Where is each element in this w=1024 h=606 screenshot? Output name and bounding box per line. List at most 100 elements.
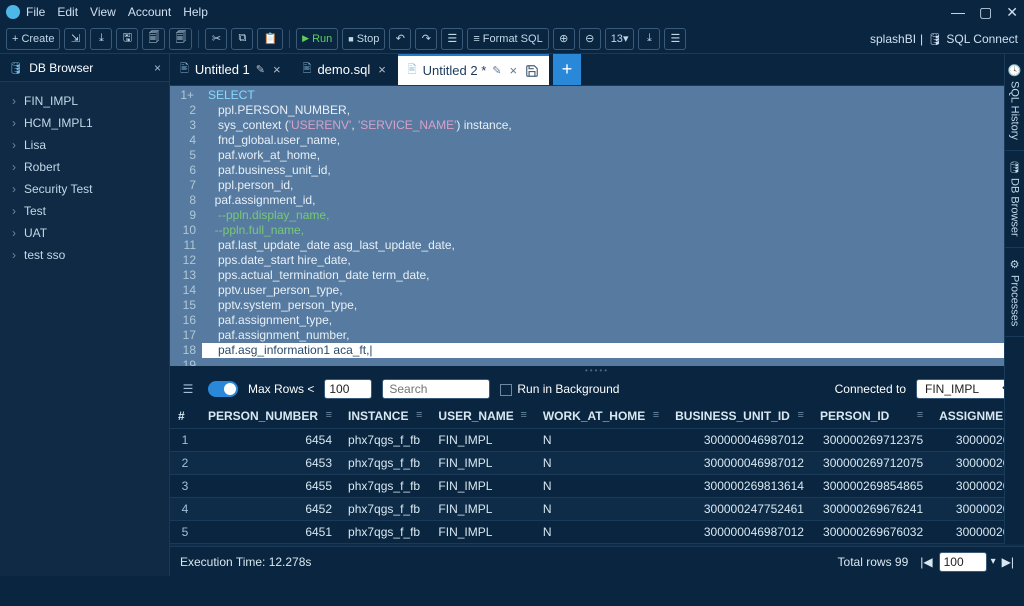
page-input[interactable] [939,552,987,572]
results-menu-icon[interactable]: ☰ [178,379,198,399]
toolbar-icon-2[interactable]: ⤓ [90,28,112,50]
column-menu-icon[interactable]: ≡ [520,409,526,421]
status-bar: Execution Time: 12.278s Total rows 99 |◀… [170,546,1024,576]
column-header[interactable]: # [170,404,200,429]
column-header[interactable]: USER_NAME≡ [430,404,534,429]
app-logo-icon [6,5,20,19]
toolbar-icon-list[interactable]: ☰ [664,28,686,50]
add-tab-button[interactable]: + [553,54,581,85]
results-table: #PERSON_NUMBER≡INSTANCE≡USER_NAME≡WORK_A… [170,404,1024,546]
database-icon: 🛢 [927,32,942,46]
toolbar-icon-settings[interactable]: ☰ [441,28,463,50]
sidebar-item[interactable]: Lisa [0,134,169,156]
close-sidebar-icon[interactable]: × [154,61,161,75]
toolbar-icon-4[interactable]: 🗐 [142,28,165,50]
table-row[interactable]: 56451phx7qgs_f_fbFIN_IMPLN30000004698701… [170,521,1024,544]
sql-editor[interactable]: 1+234567891011121314151617181920212223 S… [170,86,1024,366]
tab-demo-sql[interactable]: 🖹 demo.sql × [293,54,398,85]
sidebar-item[interactable]: HCM_IMPL1 [0,112,169,134]
sql-history-tab[interactable]: 🕓SQL History [1005,54,1024,151]
edit-tab-icon[interactable]: ✎ [256,63,265,76]
run-button[interactable]: Run [296,28,338,50]
menu-file[interactable]: File [26,5,45,19]
db-browser-tab[interactable]: 🛢DB Browser [1005,151,1024,248]
column-header[interactable]: PERSON_ID≡ [812,404,931,429]
main-toolbar: Create ⇲ ⤓ 🖫 🗐 🗐 ✂ ⧉ 📋 Run Stop ↶ ↷ ☰ ≡F… [0,24,1024,54]
results-toolbar: ☰ Max Rows < Run in Background Connected… [170,374,1024,404]
max-rows-input[interactable] [324,379,372,399]
max-rows-toggle[interactable] [208,381,238,397]
format-sql-button[interactable]: ≡Format SQL [467,28,548,50]
title-bar: File Edit View Account Help — ▢ ✕ [0,0,1024,24]
window-close-icon[interactable]: ✕ [1006,4,1018,21]
menu-view[interactable]: View [90,5,116,19]
sidebar-item[interactable]: FIN_IMPL [0,90,169,112]
column-menu-icon[interactable]: ≡ [416,409,422,421]
undo-icon[interactable]: ↶ [389,28,411,50]
zoom-in-icon[interactable]: ⊕ [553,28,575,50]
window-maximize-icon[interactable]: ▢ [979,4,992,21]
paste-icon[interactable]: 📋 [257,28,283,50]
max-rows-label: Max Rows < [248,382,314,396]
processes-tab[interactable]: ⚙Processes [1005,248,1024,337]
column-menu-icon[interactable]: ≡ [917,409,923,421]
redo-icon[interactable]: ↷ [415,28,437,50]
menu-account[interactable]: Account [128,5,171,19]
column-menu-icon[interactable]: ≡ [326,409,332,421]
zoom-out-icon[interactable]: ⊖ [579,28,601,50]
sidebar-item[interactable]: Robert [0,156,169,178]
copy-icon[interactable]: ⧉ [231,28,253,50]
database-icon: 🛢 [8,61,23,75]
table-row[interactable]: 46452phx7qgs_f_fbFIN_IMPLN30000024775246… [170,498,1024,521]
table-row[interactable]: 36455phx7qgs_f_fbFIN_IMPLN30000026981361… [170,475,1024,498]
column-menu-icon[interactable]: ≡ [653,409,659,421]
right-sidebar: 🕓SQL History 🛢DB Browser ⚙Processes [1004,54,1024,544]
connection-select[interactable]: FIN_IMPL [916,379,1016,399]
table-row[interactable]: 16454phx7qgs_f_fbFIN_IMPLN30000004698701… [170,429,1024,452]
file-icon: 🖹 [408,61,417,80]
total-rows-label: Total rows 99 [838,555,909,569]
create-button[interactable]: Create [6,28,60,50]
sql-connect-label[interactable]: SQL Connect [946,32,1018,46]
sidebar-item[interactable]: Test [0,200,169,222]
column-header[interactable]: BUSINESS_UNIT_ID≡ [667,404,812,429]
sidebar-item[interactable]: UAT [0,222,169,244]
window-minimize-icon[interactable]: — [951,4,965,21]
page-dropdown-icon[interactable]: ▾ [991,556,996,567]
run-in-background-checkbox[interactable]: Run in Background [500,382,619,396]
editor-tabs: 🖹 Untitled 1 ✎ × 🖹 demo.sql × 🖹 Untitled… [170,54,1024,86]
toolbar-icon-dl[interactable]: ⤓ [638,28,660,50]
results-search-input[interactable] [382,379,490,399]
menu-edit[interactable]: Edit [57,5,78,19]
column-header[interactable]: PERSON_NUMBER≡ [200,404,340,429]
brand-label: splashBI [870,32,916,46]
save-tab-icon[interactable] [525,64,539,78]
table-row[interactable]: 26453phx7qgs_f_fbFIN_IMPLN30000004698701… [170,452,1024,475]
toolbar-icon-1[interactable]: ⇲ [64,28,86,50]
tab-label: Untitled 1 [195,62,250,77]
close-tab-icon[interactable]: × [271,62,283,77]
sidebar-item[interactable]: test sso [0,244,169,266]
tab-untitled-1[interactable]: 🖹 Untitled 1 ✎ × [170,54,293,85]
sidebar-item[interactable]: Security Test [0,178,169,200]
next-page-icon[interactable]: ▶| [1002,555,1014,569]
menu-help[interactable]: Help [183,5,208,19]
font-size-select[interactable]: 13 ▾ [605,28,635,50]
db-browser-title: DB Browser [29,61,93,75]
column-header[interactable]: WORK_AT_HOME≡ [535,404,667,429]
stop-button[interactable]: Stop [342,28,385,50]
connected-to-label: Connected to [835,382,906,396]
db-browser-panel: 🛢 DB Browser × FIN_IMPLHCM_IMPL1LisaRobe… [0,54,170,576]
close-tab-icon[interactable]: × [376,62,388,77]
close-tab-icon[interactable]: × [507,63,519,78]
tab-untitled-2[interactable]: 🖹 Untitled 2 * ✎ × [398,54,549,85]
splitter-handle[interactable] [170,366,1024,374]
toolbar-icon-5[interactable]: 🗐 [169,28,192,50]
toolbar-icon-3[interactable]: 🖫 [116,28,138,50]
cut-icon[interactable]: ✂ [205,28,227,50]
column-menu-icon[interactable]: ≡ [798,409,804,421]
column-header[interactable]: INSTANCE≡ [340,404,430,429]
prev-page-icon[interactable]: |◀ [920,555,932,569]
tab-label: demo.sql [317,62,370,77]
edit-tab-icon[interactable]: ✎ [492,64,501,77]
